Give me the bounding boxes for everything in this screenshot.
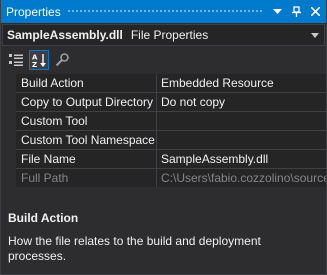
property-name: Build Action [16,74,157,93]
object-name: SampleAssembly.dll [7,28,123,42]
pin-icon[interactable] [289,4,304,19]
property-row[interactable]: Build Action Embedded Resource [0,74,327,93]
dropdown-arrow-icon[interactable] [270,4,285,19]
property-value[interactable] [157,112,327,131]
property-name: Custom Tool [16,112,157,131]
property-grid: Build Action Embedded Resource Copy to O… [0,74,327,188]
description-panel: Build Action How the file relates to the… [2,207,325,271]
property-pages-icon[interactable] [52,50,72,70]
description-text: How the file relates to the build and de… [8,234,261,263]
property-row[interactable]: File Name SampleAssembly.dll [0,150,327,169]
alphabetical-icon[interactable]: A Z [29,50,49,70]
title-bar[interactable]: Properties [0,0,327,23]
property-name: Copy to Output Directory [16,93,157,112]
property-row[interactable]: Custom Tool [0,112,327,131]
property-value[interactable]: Do not copy [157,93,327,112]
object-selector[interactable]: SampleAssembly.dll File Properties [2,24,325,46]
property-name: Custom Tool Namespace [16,131,157,150]
close-icon[interactable] [308,4,323,19]
svg-text:Z: Z [32,61,37,68]
description-splitter[interactable] [0,187,327,207]
property-value: C:\Users\fabio.cozzolino\source [157,169,327,188]
properties-toolbar: A Z [2,48,325,72]
categorized-icon[interactable] [6,50,26,70]
chevron-down-icon[interactable] [306,25,324,45]
property-value[interactable]: Embedded Resource [157,74,327,93]
property-value[interactable] [157,131,327,150]
description-title: Build Action [8,211,79,225]
property-name: Full Path [16,169,157,188]
property-row[interactable]: Custom Tool Namespace [0,131,327,150]
drag-grip[interactable] [66,9,264,14]
object-type: File Properties [130,28,209,42]
property-value[interactable]: SampleAssembly.dll [157,150,327,169]
property-row[interactable]: Copy to Output Directory Do not copy [0,93,327,112]
property-row[interactable]: Full Path C:\Users\fabio.cozzolino\sourc… [0,169,327,188]
property-name: File Name [16,150,157,169]
window-title: Properties [6,4,61,19]
